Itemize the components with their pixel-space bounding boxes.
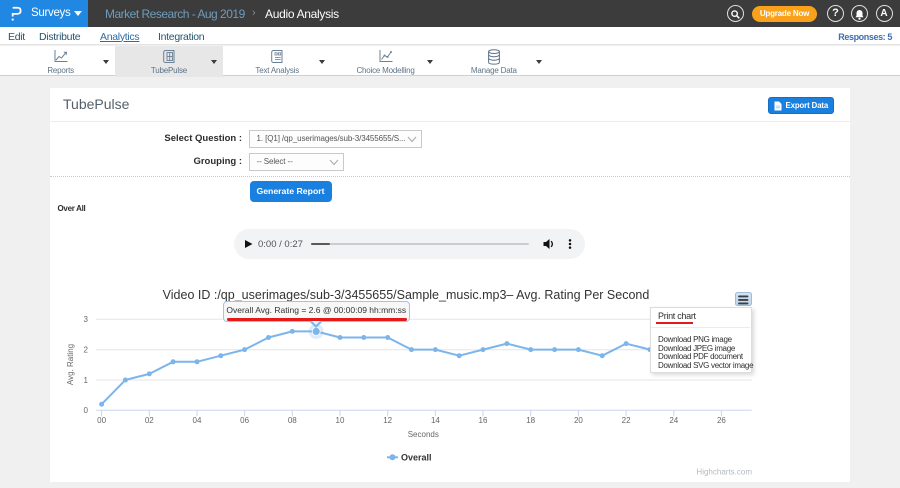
svg-text:1: 1 [84,376,89,385]
svg-text:24: 24 [669,416,678,425]
svg-text:08: 08 [288,416,297,425]
svg-text:02: 02 [145,416,154,425]
svg-text:04: 04 [193,416,202,425]
svg-text:16: 16 [479,416,488,425]
svg-text:10: 10 [336,416,345,425]
svg-text:Overall: Overall [401,453,432,463]
svg-text:20: 20 [574,416,583,425]
svg-text:00: 00 [97,416,106,425]
svg-text:12: 12 [383,416,392,425]
svg-text:06: 06 [240,416,249,425]
svg-text:22: 22 [622,416,631,425]
svg-text:Avg. Rating: Avg. Rating [66,344,75,385]
svg-text:14: 14 [431,416,440,425]
svg-text:0: 0 [84,406,89,415]
svg-text:26: 26 [717,416,726,425]
svg-text:3: 3 [84,315,89,324]
svg-text:Seconds: Seconds [408,430,439,439]
svg-text:2: 2 [84,346,89,355]
svg-text:Highcharts.com: Highcharts.com [696,468,752,477]
svg-text:18: 18 [526,416,535,425]
